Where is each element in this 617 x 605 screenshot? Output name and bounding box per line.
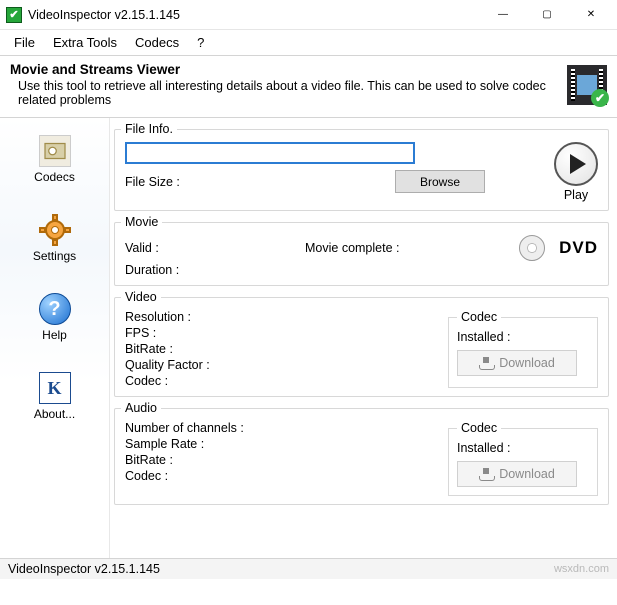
menubar: File Extra Tools Codecs ? — [0, 30, 617, 55]
video-legend: Video — [121, 290, 161, 304]
titlebar: ✔ VideoInspector v2.15.1.145 — ▢ ✕ — [0, 0, 617, 30]
audio-panel: Audio Number of channels : Sample Rate :… — [114, 401, 609, 505]
nav-help[interactable]: ? Help — [13, 286, 97, 349]
header-strip: Movie and Streams Viewer Use this tool t… — [0, 55, 617, 118]
body-area: Codecs Settings ? Help K About... File I… — [0, 118, 617, 558]
video-installed-label: Installed : — [457, 330, 589, 344]
menu-extra-tools[interactable]: Extra Tools — [45, 33, 125, 52]
nav-help-label: Help — [42, 328, 67, 342]
video-download-button[interactable]: Download — [457, 350, 577, 376]
file-size-label: File Size : — [125, 175, 180, 189]
help-icon: ? — [39, 293, 71, 325]
nav-codecs-label: Codecs — [34, 170, 75, 184]
audio-installed-label: Installed : — [457, 441, 589, 455]
nav-about-label: About... — [34, 407, 75, 421]
video-panel: Video Resolution : FPS : BitRate : Quali… — [114, 290, 609, 397]
menu-file[interactable]: File — [6, 33, 43, 52]
movie-duration-label: Duration : — [125, 263, 305, 277]
file-info-legend: File Info. — [121, 122, 177, 136]
play-label: Play — [564, 188, 588, 202]
movie-complete-label: Movie complete : — [305, 241, 465, 255]
codecs-icon — [39, 135, 71, 167]
video-fps-label: FPS : — [125, 326, 440, 340]
watermark: wsxdn.com — [554, 563, 609, 575]
audio-channels-label: Number of channels : — [125, 421, 440, 435]
download-icon — [479, 357, 493, 369]
audio-sample-label: Sample Rate : — [125, 437, 440, 451]
maximize-button[interactable]: ▢ — [525, 1, 569, 29]
header-title: Movie and Streams Viewer — [10, 62, 567, 77]
audio-download-button[interactable]: Download — [457, 461, 577, 487]
play-button[interactable] — [554, 142, 598, 186]
gear-icon — [39, 214, 71, 246]
download-icon — [479, 468, 493, 480]
video-bitrate-label: BitRate : — [125, 342, 440, 356]
audio-codec-label: Codec : — [125, 469, 440, 483]
play-icon — [570, 154, 586, 174]
left-nav: Codecs Settings ? Help K About... — [0, 118, 110, 558]
status-text: VideoInspector v2.15.1.145 — [8, 562, 160, 576]
statusbar: VideoInspector v2.15.1.145 wsxdn.com — [0, 558, 617, 579]
menu-help[interactable]: ? — [189, 33, 212, 52]
video-codec-box-legend: Codec — [457, 310, 501, 324]
minimize-button[interactable]: — — [481, 1, 525, 29]
about-icon: K — [39, 372, 71, 404]
header-desc: Use this tool to retrieve all interestin… — [10, 79, 567, 107]
window-title: VideoInspector v2.15.1.145 — [28, 8, 481, 22]
film-check-icon: ✔ — [567, 65, 607, 105]
audio-legend: Audio — [121, 401, 161, 415]
nav-codecs[interactable]: Codecs — [13, 128, 97, 191]
file-info-panel: File Info. File Size : Browse Play — [114, 122, 609, 211]
nav-settings[interactable]: Settings — [13, 207, 97, 270]
audio-codec-box: Codec Installed : Download — [448, 421, 598, 496]
right-panels: File Info. File Size : Browse Play — [110, 118, 617, 558]
nav-about[interactable]: K About... — [13, 365, 97, 428]
movie-panel: Movie Valid : Movie complete : DVD Durat… — [114, 215, 609, 286]
disc-icon[interactable] — [519, 235, 545, 261]
menu-codecs[interactable]: Codecs — [127, 33, 187, 52]
video-resolution-label: Resolution : — [125, 310, 440, 324]
audio-bitrate-label: BitRate : — [125, 453, 440, 467]
video-codec-label: Codec : — [125, 374, 440, 388]
file-path-input[interactable] — [125, 142, 415, 164]
app-icon: ✔ — [6, 7, 22, 23]
nav-settings-label: Settings — [33, 249, 76, 263]
video-quality-label: Quality Factor : — [125, 358, 440, 372]
dvd-icon[interactable]: DVD — [559, 238, 598, 258]
movie-legend: Movie — [121, 215, 162, 229]
browse-button[interactable]: Browse — [395, 170, 485, 193]
audio-codec-box-legend: Codec — [457, 421, 501, 435]
movie-valid-label: Valid : — [125, 241, 305, 255]
close-button[interactable]: ✕ — [569, 1, 613, 29]
video-codec-box: Codec Installed : Download — [448, 310, 598, 388]
